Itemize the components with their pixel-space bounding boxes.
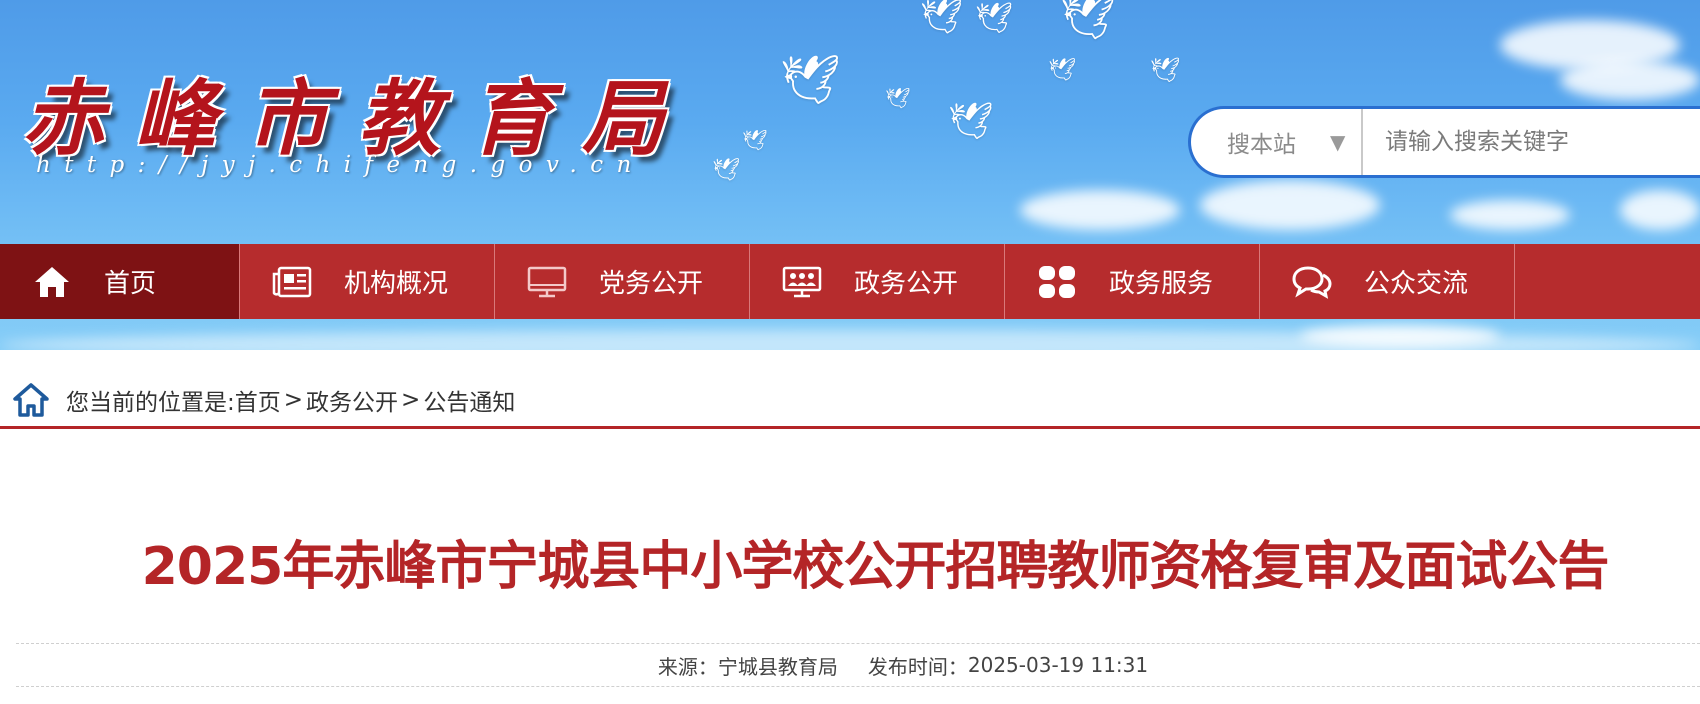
search-scope-label: 搜本站 [1227, 132, 1296, 158]
cloud-decoration [1200, 180, 1380, 230]
meeting-icon [782, 265, 822, 299]
cloud-decoration [1300, 325, 1500, 347]
site-url: http://jyj.chifeng.gov.cn [36, 152, 645, 178]
newspaper-icon [272, 265, 312, 299]
monitor-icon [527, 265, 567, 299]
nav-item-public-communication[interactable]: 公众交流 [1260, 244, 1515, 319]
nav-label: 政务公开 [854, 269, 959, 299]
dove-icon: 🕊 [780, 52, 841, 108]
article-title: 2025年赤峰市宁城县中小学校公开招聘教师资格复审及面试公告 [141, 537, 1610, 597]
breadcrumb-link-government-affairs[interactable]: 政务公开 [306, 383, 398, 417]
chat-icon [1292, 265, 1332, 299]
search-scope-dropdown[interactable]: 搜本站 ▼ [1191, 109, 1363, 175]
breadcrumb-link-announcements[interactable]: 公告通知 [423, 383, 515, 417]
cloud-decoration [1620, 190, 1700, 230]
nav-item-government-affairs[interactable]: 政务公开 [750, 244, 1005, 319]
dove-icon: 🕊 [948, 101, 994, 142]
search-bar: 搜本站 ▼ [1188, 106, 1700, 178]
breadcrumb-prefix: 您当前的位置是: [66, 389, 235, 416]
nav-label: 政务服务 [1109, 269, 1214, 299]
cloud-decoration [1560, 60, 1700, 100]
dove-icon: 🕊 [885, 86, 911, 110]
publish-time-value: 2025-03-19 11:31 [967, 653, 1149, 677]
dove-icon: 🕊 [1060, 0, 1116, 43]
cloud-decoration [1450, 200, 1570, 230]
chevron-down-icon: ▼ [1330, 130, 1346, 154]
nav-label: 公众交流 [1364, 269, 1469, 299]
dove-icon: 🕊 [742, 128, 768, 152]
dove-icon: 🕊 [1150, 56, 1181, 84]
dove-icon: 🕊 [1048, 58, 1076, 83]
source-label: 来源： [657, 654, 718, 679]
source-value: 宁城县教育局 [717, 654, 838, 679]
home-icon[interactable] [12, 381, 50, 419]
nav-item-party-affairs[interactable]: 党务公开 [495, 244, 750, 319]
cloud-decoration [1020, 190, 1180, 230]
dove-icon: 🕊 [920, 0, 964, 37]
home-icon [32, 265, 72, 299]
breadcrumb: 您当前的位置是: 首页 > 政务公开 > 公告通知 [0, 373, 1700, 429]
search-input[interactable] [1385, 112, 1700, 172]
dove-icon: 🕊 [712, 158, 740, 183]
nav-item-home[interactable]: 首页 [0, 244, 240, 319]
main-nav: 首页 机构概况 党务公开 政务公开 政务服务 公众交流 [0, 244, 1700, 319]
breadcrumb-link-home[interactable]: 首页 [235, 383, 281, 417]
nav-label: 首页 [104, 269, 157, 299]
nav-item-organization[interactable]: 机构概况 [240, 244, 495, 319]
article-meta: 来源： 宁城县教育局 发布时间： 2025-03-19 11:31 [16, 643, 1700, 687]
breadcrumb-separator: > [401, 386, 421, 413]
dove-icon: 🕊 [975, 1, 1014, 36]
nav-label: 机构概况 [344, 269, 449, 299]
breadcrumb-separator: > [283, 386, 304, 413]
publish-time-label: 发布时间： [867, 654, 968, 679]
grid-icon [1037, 265, 1077, 299]
nav-item-government-services[interactable]: 政务服务 [1005, 244, 1260, 319]
nav-label: 党务公开 [599, 269, 704, 299]
